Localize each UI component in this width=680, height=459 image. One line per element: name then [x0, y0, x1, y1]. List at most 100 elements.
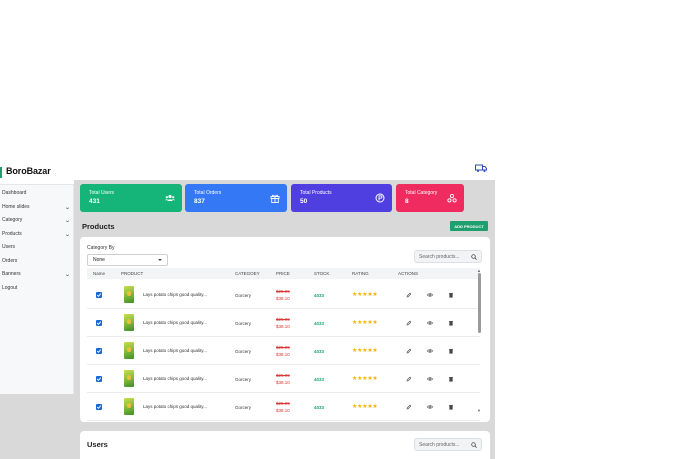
brand-accent-bar — [0, 167, 2, 178]
sidebar-item-label: Users — [2, 244, 16, 250]
table-row[interactable]: Lays potato chips good quality... Gorcery… — [87, 393, 480, 421]
row-checkbox[interactable] — [96, 404, 102, 410]
search-icon[interactable] — [471, 254, 477, 260]
stat-card-users[interactable]: Total Users 431 — [80, 184, 182, 212]
table-row[interactable]: Lays potato chips good quality... Gorcery… — [87, 337, 480, 365]
product-stock: 4033 — [314, 349, 325, 354]
rating-stars: ★★★★★ — [352, 320, 378, 326]
sidebar-item-users[interactable]: Users — [2, 241, 70, 253]
delete-icon[interactable] — [448, 404, 454, 410]
sidebar-item-label: Logout — [2, 285, 18, 291]
search-icon[interactable] — [471, 442, 477, 448]
column-header: CATEGOEY — [235, 271, 260, 276]
brand-name: BoroBazar — [6, 166, 51, 176]
product-price: $38.10 — [276, 408, 290, 413]
column-header: PRICE — [276, 271, 290, 276]
product-name[interactable]: Lays potato chips good quality... — [143, 320, 207, 325]
stat-card-products[interactable]: Total Products 50 — [291, 184, 392, 212]
view-icon[interactable] — [427, 376, 433, 382]
row-checkbox[interactable] — [96, 292, 102, 298]
chevron-down-icon: ⌄ — [64, 231, 71, 238]
brand-logo[interactable]: BoroBazar — [0, 158, 74, 185]
view-icon[interactable] — [427, 348, 433, 354]
products-title: Products — [82, 222, 115, 231]
product-category: Gorcery — [235, 349, 252, 354]
column-header: Name — [93, 271, 106, 276]
sidebar-item-orders[interactable]: Orders — [2, 255, 70, 267]
table-row[interactable]: Lays potato chips good quality... Gorcery… — [87, 309, 480, 337]
rating-stars: ★★★★★ — [352, 404, 378, 410]
edit-icon[interactable] — [406, 376, 412, 382]
table-row[interactable]: Lays potato chips good quality... Gorcery… — [87, 281, 480, 309]
sidebar-item-label: Orders — [2, 258, 18, 264]
product-old-price: $25.99 — [276, 401, 290, 406]
chevron-down-icon: ⌄ — [64, 271, 71, 278]
search-placeholder: Search products... — [419, 253, 460, 260]
product-stock: 4033 — [314, 405, 325, 410]
stat-card-category[interactable]: Total Category 8 — [396, 184, 464, 212]
delete-icon[interactable] — [448, 348, 454, 354]
edit-icon[interactable] — [406, 292, 412, 298]
category-select[interactable]: None — [87, 254, 168, 266]
delete-icon[interactable] — [448, 320, 454, 326]
top-bar — [74, 158, 495, 180]
sidebar-item-label: Banners — [2, 271, 21, 277]
view-icon[interactable] — [427, 404, 433, 410]
product-icon — [375, 193, 385, 203]
row-checkbox[interactable] — [96, 320, 102, 326]
product-thumbnail[interactable] — [124, 342, 134, 359]
delete-icon[interactable] — [448, 376, 454, 382]
caret-down-icon — [158, 259, 162, 261]
gift-icon — [270, 194, 280, 203]
sidebar-item-label: Dashboard — [2, 190, 27, 196]
sidebar-item-category[interactable]: Category ⌄ — [2, 214, 71, 226]
search-placeholder: Search products... — [419, 441, 460, 448]
category-select-value: None — [93, 257, 105, 263]
users-title: Users — [87, 440, 108, 449]
delete-icon[interactable] — [448, 292, 454, 298]
rating-stars: ★★★★★ — [352, 376, 378, 382]
product-thumbnail[interactable] — [124, 370, 134, 387]
product-name[interactable]: Lays potato chips good quality... — [143, 348, 207, 353]
stat-title: Total Users — [89, 190, 115, 196]
table-row[interactable]: Lays potato chips good quality... Gorcery… — [87, 365, 480, 393]
product-category: Gorcery — [235, 321, 252, 326]
row-checkbox[interactable] — [96, 348, 102, 354]
product-price: $38.10 — [276, 380, 290, 385]
chevron-down-icon: ⌄ — [64, 204, 71, 211]
product-stock: 4033 — [314, 377, 325, 382]
row-checkbox[interactable] — [96, 376, 102, 382]
add-product-button[interactable]: ADD PRODUCT — [450, 221, 488, 231]
table-scrollbar[interactable] — [478, 273, 481, 333]
view-icon[interactable] — [427, 320, 433, 326]
truck-icon[interactable] — [475, 163, 487, 173]
rating-stars: ★★★★★ — [352, 348, 378, 354]
column-header: STOCK — [314, 271, 330, 276]
edit-icon[interactable] — [406, 348, 412, 354]
stat-card-orders[interactable]: Total Orders 837 — [185, 184, 287, 212]
product-search-input[interactable]: Search products... — [414, 250, 482, 263]
sidebar-item-banners[interactable]: Banners ⌄ — [2, 268, 71, 280]
stat-value: 431 — [89, 198, 100, 205]
product-thumbnail[interactable] — [124, 314, 134, 331]
sidebar-item-home-slides[interactable]: Home slides ⌄ — [2, 201, 71, 213]
scroll-down-arrow[interactable]: ▼ — [477, 408, 481, 413]
sidebar-item-label: Home slides — [2, 204, 30, 210]
rating-stars: ★★★★★ — [352, 292, 378, 298]
edit-icon[interactable] — [406, 320, 412, 326]
sidebar-item-label: Category — [2, 217, 23, 223]
product-thumbnail[interactable] — [124, 398, 134, 415]
app-screen: BoroBazar Dashboard Home slides ⌄ Categor… — [0, 0, 680, 459]
users-search-input[interactable]: Search products... — [414, 438, 482, 451]
edit-icon[interactable] — [406, 404, 412, 410]
stat-title: Total Orders — [194, 190, 222, 196]
sidebar-item-products[interactable]: Products ⌄ — [2, 228, 71, 240]
product-name[interactable]: Lays potato chips good quality... — [143, 292, 207, 297]
left-background — [0, 394, 74, 459]
sidebar-item-dashboard[interactable]: Dashboard — [2, 187, 70, 199]
product-thumbnail[interactable] — [124, 286, 134, 303]
product-name[interactable]: Lays potato chips good quality... — [143, 404, 207, 409]
sidebar-item-logout[interactable]: Logout — [2, 282, 70, 294]
product-name[interactable]: Lays potato chips good quality... — [143, 376, 207, 381]
view-icon[interactable] — [427, 292, 433, 298]
